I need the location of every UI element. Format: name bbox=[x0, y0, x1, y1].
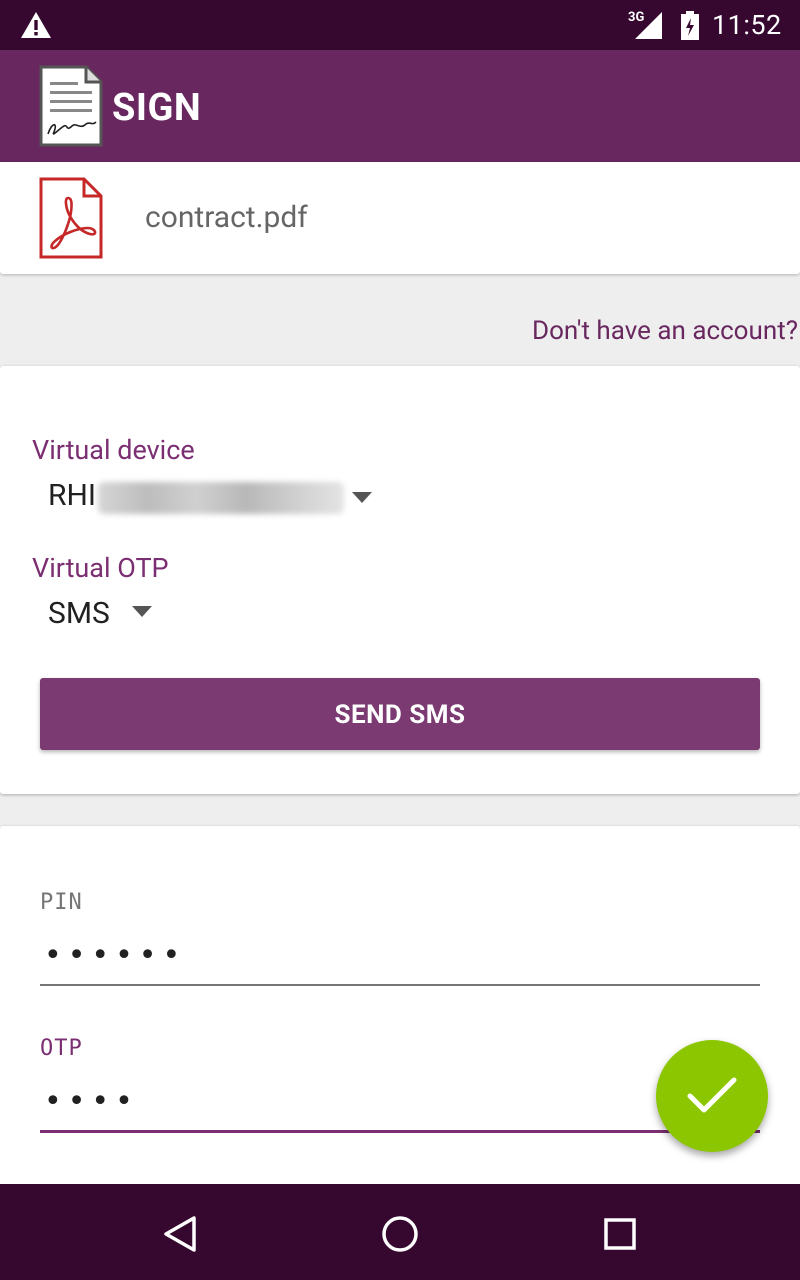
virtual-otp-value: SMS bbox=[48, 596, 110, 631]
virtual-otp-spinner[interactable]: SMS bbox=[40, 590, 170, 640]
status-bar: 3G 11:52 bbox=[0, 0, 800, 50]
virtual-device-spinner[interactable]: RHI bbox=[40, 472, 380, 522]
dropdown-arrow-icon bbox=[132, 606, 152, 617]
app-title: SIGN bbox=[112, 86, 202, 130]
app-bar: SIGN bbox=[0, 50, 800, 162]
virtual-device-label: Virtual device bbox=[32, 434, 195, 466]
back-icon[interactable] bbox=[158, 1212, 202, 1256]
checkmark-icon bbox=[687, 1077, 737, 1113]
dropdown-arrow-icon bbox=[352, 492, 372, 503]
battery-icon bbox=[681, 11, 699, 40]
pin-field[interactable]: •••••• bbox=[44, 938, 186, 973]
warning-icon bbox=[21, 12, 51, 38]
otp-underline bbox=[40, 1130, 760, 1133]
send-sms-button[interactable]: SEND SMS bbox=[40, 678, 760, 750]
pin-label: PIN bbox=[40, 890, 83, 915]
recents-icon[interactable] bbox=[598, 1212, 642, 1256]
pin-underline bbox=[40, 984, 760, 986]
navigation-bar bbox=[0, 1184, 800, 1280]
signal-icon: 3G bbox=[626, 10, 664, 40]
virtual-device-value: RHI bbox=[48, 478, 97, 513]
device-card: Virtual device RHI Virtual OTP SMS SEND … bbox=[0, 366, 800, 794]
file-card[interactable]: contract.pdf bbox=[0, 162, 800, 274]
signed-document-icon bbox=[39, 65, 103, 147]
otp-field[interactable]: •••• bbox=[44, 1084, 139, 1119]
pdf-file-icon bbox=[39, 177, 103, 259]
status-time: 11:52 bbox=[712, 9, 782, 41]
file-name: contract.pdf bbox=[145, 200, 308, 235]
confirm-fab[interactable] bbox=[656, 1040, 768, 1152]
virtual-otp-label: Virtual OTP bbox=[32, 552, 169, 584]
create-account-link[interactable]: Don't have an account? bbox=[532, 316, 798, 346]
otp-label: OTP bbox=[40, 1036, 83, 1061]
redacted-device-id bbox=[98, 482, 344, 514]
home-icon[interactable] bbox=[378, 1212, 422, 1256]
